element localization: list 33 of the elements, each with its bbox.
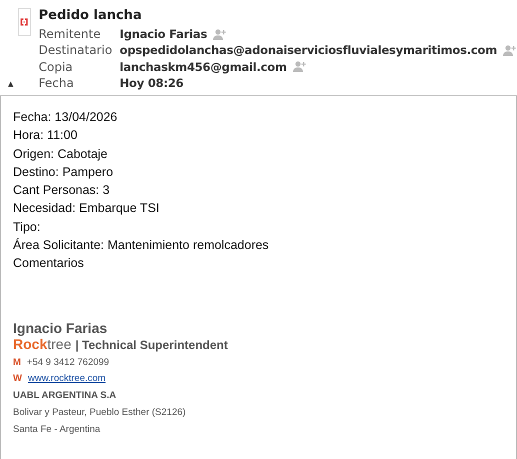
add-contact-icon[interactable] — [213, 28, 228, 40]
body-line: Tipo: — [13, 218, 42, 236]
body-line: Comentarios — [13, 255, 85, 272]
company-name: UABL ARGENTINA S.A — [13, 390, 118, 401]
body-line: Hora: 11:00 — [13, 127, 78, 144]
email-subject: Pedido lancha — [38, 8, 143, 23]
body-line: Destino: Pampero — [13, 164, 114, 181]
body-line: Necesidad: Embarque TSI — [13, 200, 160, 218]
website-link[interactable]: www.rocktree.com — [28, 372, 106, 384]
app-logo-icon — [18, 8, 31, 36]
brand-name-rest: tree — [47, 336, 72, 352]
address-line: Santa Fe - Argentina — [13, 424, 102, 435]
field-label: Copia — [38, 60, 74, 74]
field-value: lanchaskm456@gmail.com — [120, 60, 287, 74]
body-line: Fecha: 13/04/2026 — [13, 109, 118, 126]
signature-name: Ignacio Farias — [13, 320, 108, 336]
body-line: Origen: Cabotaje — [13, 146, 109, 163]
add-contact-icon[interactable] — [503, 44, 517, 56]
field-value: Hoy 08:26 — [120, 76, 184, 90]
job-title: | Technical Superintendent — [75, 338, 228, 352]
contact-key: W — [13, 372, 22, 384]
field-value: opspedidolanchas@adonaiserviciosfluvialesymaritimos.com — [120, 43, 497, 58]
field-label: Destinatario — [38, 43, 114, 58]
add-contact-icon[interactable] — [292, 61, 307, 72]
brand-name-bold: Rock — [13, 336, 48, 352]
field-label: Fecha — [38, 76, 75, 90]
phone-number: +54 9 3412 762099 — [26, 356, 110, 368]
address-line: Bolivar y Pasteur, Pueblo Esther (S2126) — [13, 406, 187, 418]
contact-key: M — [13, 356, 21, 368]
body-line: Cant Personas: 3 — [13, 182, 111, 200]
body-line: Área Solicitante: Mantenimiento remolcadores — [13, 237, 270, 254]
field-label: Remitente — [38, 27, 102, 42]
field-value: Ignacio Farias — [120, 27, 208, 42]
